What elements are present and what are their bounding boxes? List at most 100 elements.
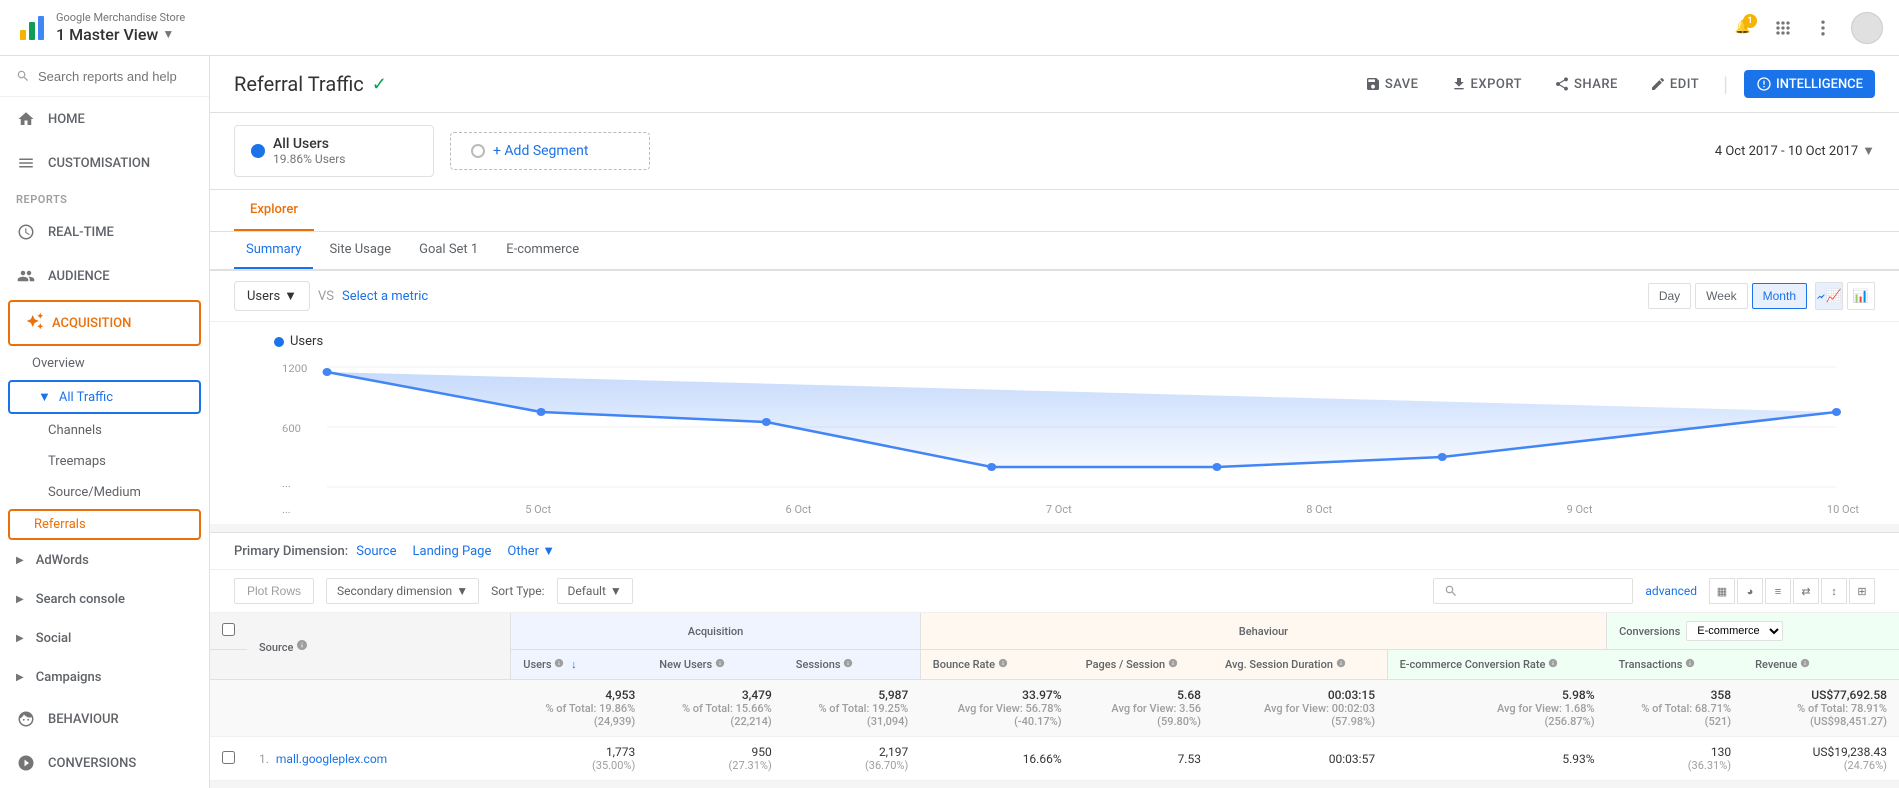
- month-button[interactable]: Month: [1752, 283, 1807, 309]
- new-users-header[interactable]: New Users: [647, 650, 784, 680]
- date-range-arrow: ▼: [1862, 143, 1875, 159]
- sidebar-item-home[interactable]: HOME: [0, 97, 209, 141]
- social-label: Social: [36, 631, 72, 646]
- sidebar-sub-source-medium[interactable]: Source/Medium: [0, 477, 209, 508]
- chart-legend: Users: [234, 330, 1875, 357]
- revenue-header[interactable]: Revenue: [1743, 650, 1899, 680]
- line-chart-button[interactable]: 📈: [1815, 282, 1843, 310]
- select-metric-link[interactable]: Select a metric: [342, 289, 428, 304]
- intelligence-icon: [1756, 76, 1772, 92]
- checkbox-header[interactable]: [210, 613, 247, 650]
- default-dropdown[interactable]: Default ▼: [557, 578, 633, 604]
- export-button[interactable]: EXPORT: [1443, 72, 1530, 96]
- sidebar-item-realtime[interactable]: REAL-TIME: [0, 210, 209, 254]
- metric-dropdown[interactable]: Users ▼: [234, 281, 310, 311]
- explorer-tab[interactable]: Explorer: [234, 190, 314, 231]
- advanced-link[interactable]: advanced: [1645, 584, 1697, 598]
- save-button[interactable]: SAVE: [1357, 72, 1427, 96]
- sidebar-sub-all-traffic[interactable]: ▼ All Traffic: [8, 380, 201, 414]
- intelligence-button[interactable]: INTELLIGENCE: [1744, 70, 1875, 98]
- bar-chart-button[interactable]: 📊: [1847, 282, 1875, 310]
- referrals-label: Referrals: [34, 517, 86, 532]
- grid-view-button[interactable]: ▦: [1709, 578, 1735, 604]
- sidebar-item-audience[interactable]: AUDIENCE: [0, 254, 209, 298]
- secondary-dimension-dropdown[interactable]: Secondary dimension ▼: [326, 578, 479, 604]
- share-button[interactable]: SHARE: [1546, 72, 1626, 96]
- tab-goal-set[interactable]: Goal Set 1: [407, 232, 490, 269]
- table-search-input[interactable]: [1464, 584, 1622, 598]
- notification-icon[interactable]: 🔔 1: [1731, 16, 1755, 40]
- pages-session-header[interactable]: Pages / Session: [1074, 650, 1213, 680]
- sidebar-sub-channels[interactable]: Channels: [0, 415, 209, 446]
- table-search-box[interactable]: [1433, 578, 1633, 604]
- explorer-section: Explorer Summary Site Usage Goal Set 1 E…: [210, 190, 1899, 271]
- other-link[interactable]: Other ▼: [507, 543, 555, 559]
- day-button[interactable]: Day: [1648, 283, 1691, 309]
- legend-dot: [274, 337, 284, 347]
- chart-svg-container: 1200 600 ...: [234, 357, 1875, 516]
- select-all-checkbox[interactable]: [222, 623, 235, 636]
- tab-site-usage[interactable]: Site Usage: [317, 232, 403, 269]
- custom-view-button[interactable]: ⊞: [1849, 578, 1875, 604]
- ecomm-rate-header[interactable]: E-commerce Conversion Rate: [1387, 650, 1607, 680]
- transactions-header[interactable]: Transactions: [1607, 650, 1744, 680]
- bar-view-button[interactable]: ≡: [1765, 578, 1791, 604]
- sidebar-item-behaviour[interactable]: BEHAVIOUR: [0, 697, 209, 741]
- source-header[interactable]: Source: [247, 613, 511, 680]
- total-bounce: 33.97% Avg for View: 56.78% (-40.17%): [920, 680, 1073, 737]
- edit-button[interactable]: EDIT: [1642, 72, 1707, 96]
- svg-text:600: 600: [282, 423, 301, 435]
- source-cell[interactable]: 1. mall.googleplex.com: [247, 737, 511, 781]
- sidebar-item-campaigns[interactable]: ▶ Campaigns: [0, 658, 209, 697]
- pivot-view-button[interactable]: ↕: [1821, 578, 1847, 604]
- week-button[interactable]: Week: [1695, 283, 1747, 309]
- sidebar-item-acquisition[interactable]: ACQUISITION: [8, 300, 201, 346]
- metric-selector: Users ▼ VS Select a metric: [234, 281, 428, 311]
- sidebar-sub-referrals[interactable]: Referrals: [8, 509, 201, 540]
- acquisition-group-header: Acquisition: [511, 613, 921, 650]
- sidebar-item-social[interactable]: ▶ Social: [0, 619, 209, 658]
- sidebar-item-customisation[interactable]: CUSTOMISATION: [0, 141, 209, 185]
- segments-left: All Users 19.86% Users + Add Segment: [234, 125, 650, 177]
- source-link[interactable]: Source: [356, 544, 396, 559]
- totals-label: [247, 680, 511, 737]
- all-users-segment[interactable]: All Users 19.86% Users: [234, 125, 434, 177]
- add-segment-icon: [471, 144, 485, 158]
- top-right-icons: 🔔 1: [1731, 12, 1883, 44]
- bounce-rate-header[interactable]: Bounce Rate: [920, 650, 1073, 680]
- dimension-bar: Primary Dimension: Source Landing Page O…: [210, 533, 1899, 570]
- landing-page-link[interactable]: Landing Page: [413, 544, 492, 559]
- sidebar-sub-treemaps[interactable]: Treemaps: [0, 446, 209, 477]
- acquisition-icon: [26, 312, 44, 334]
- avg-session-header[interactable]: Avg. Session Duration: [1213, 650, 1387, 680]
- tab-summary[interactable]: Summary: [234, 232, 313, 269]
- add-segment-button[interactable]: + Add Segment: [450, 132, 650, 170]
- more-icon[interactable]: [1811, 16, 1835, 40]
- sidebar-search-area[interactable]: [0, 56, 209, 97]
- adwords-arrow: ▶: [16, 555, 24, 566]
- tab-ecommerce[interactable]: E-commerce: [494, 232, 591, 269]
- date-range-selector[interactable]: 4 Oct 2017 - 10 Oct 2017 ▼: [1715, 143, 1875, 159]
- row-checkbox[interactable]: [222, 751, 235, 764]
- row-pages: 7.53: [1074, 737, 1213, 781]
- conversions-select[interactable]: E-commerce: [1686, 621, 1783, 641]
- search-input[interactable]: [38, 69, 193, 84]
- sidebar-sub-overview[interactable]: Overview: [0, 348, 209, 379]
- trans-info-icon: [1685, 658, 1695, 668]
- audience-label: AUDIENCE: [48, 269, 110, 284]
- avatar[interactable]: [1851, 12, 1883, 44]
- sidebar-item-search-console[interactable]: ▶ Search console: [0, 580, 209, 619]
- users-header[interactable]: Users ↓: [511, 650, 648, 680]
- view-dropdown-arrow[interactable]: ▼: [162, 27, 174, 41]
- sidebar-item-conversions[interactable]: CONVERSIONS: [0, 741, 209, 785]
- compare-view-button[interactable]: ⇄: [1793, 578, 1819, 604]
- reports-section-label: Reports: [0, 185, 209, 210]
- sidebar-item-adwords[interactable]: ▶ AdWords: [0, 541, 209, 580]
- audience-icon: [16, 266, 36, 286]
- report-actions: SAVE EXPORT SHARE EDIT | INTELLIGENC: [1357, 70, 1875, 98]
- apps-icon[interactable]: [1771, 16, 1795, 40]
- legend-label: Users: [290, 334, 323, 349]
- sessions-header[interactable]: Sessions: [784, 650, 921, 680]
- bounce-info-icon: [998, 658, 1008, 668]
- pie-view-button[interactable]: ◕: [1737, 578, 1763, 604]
